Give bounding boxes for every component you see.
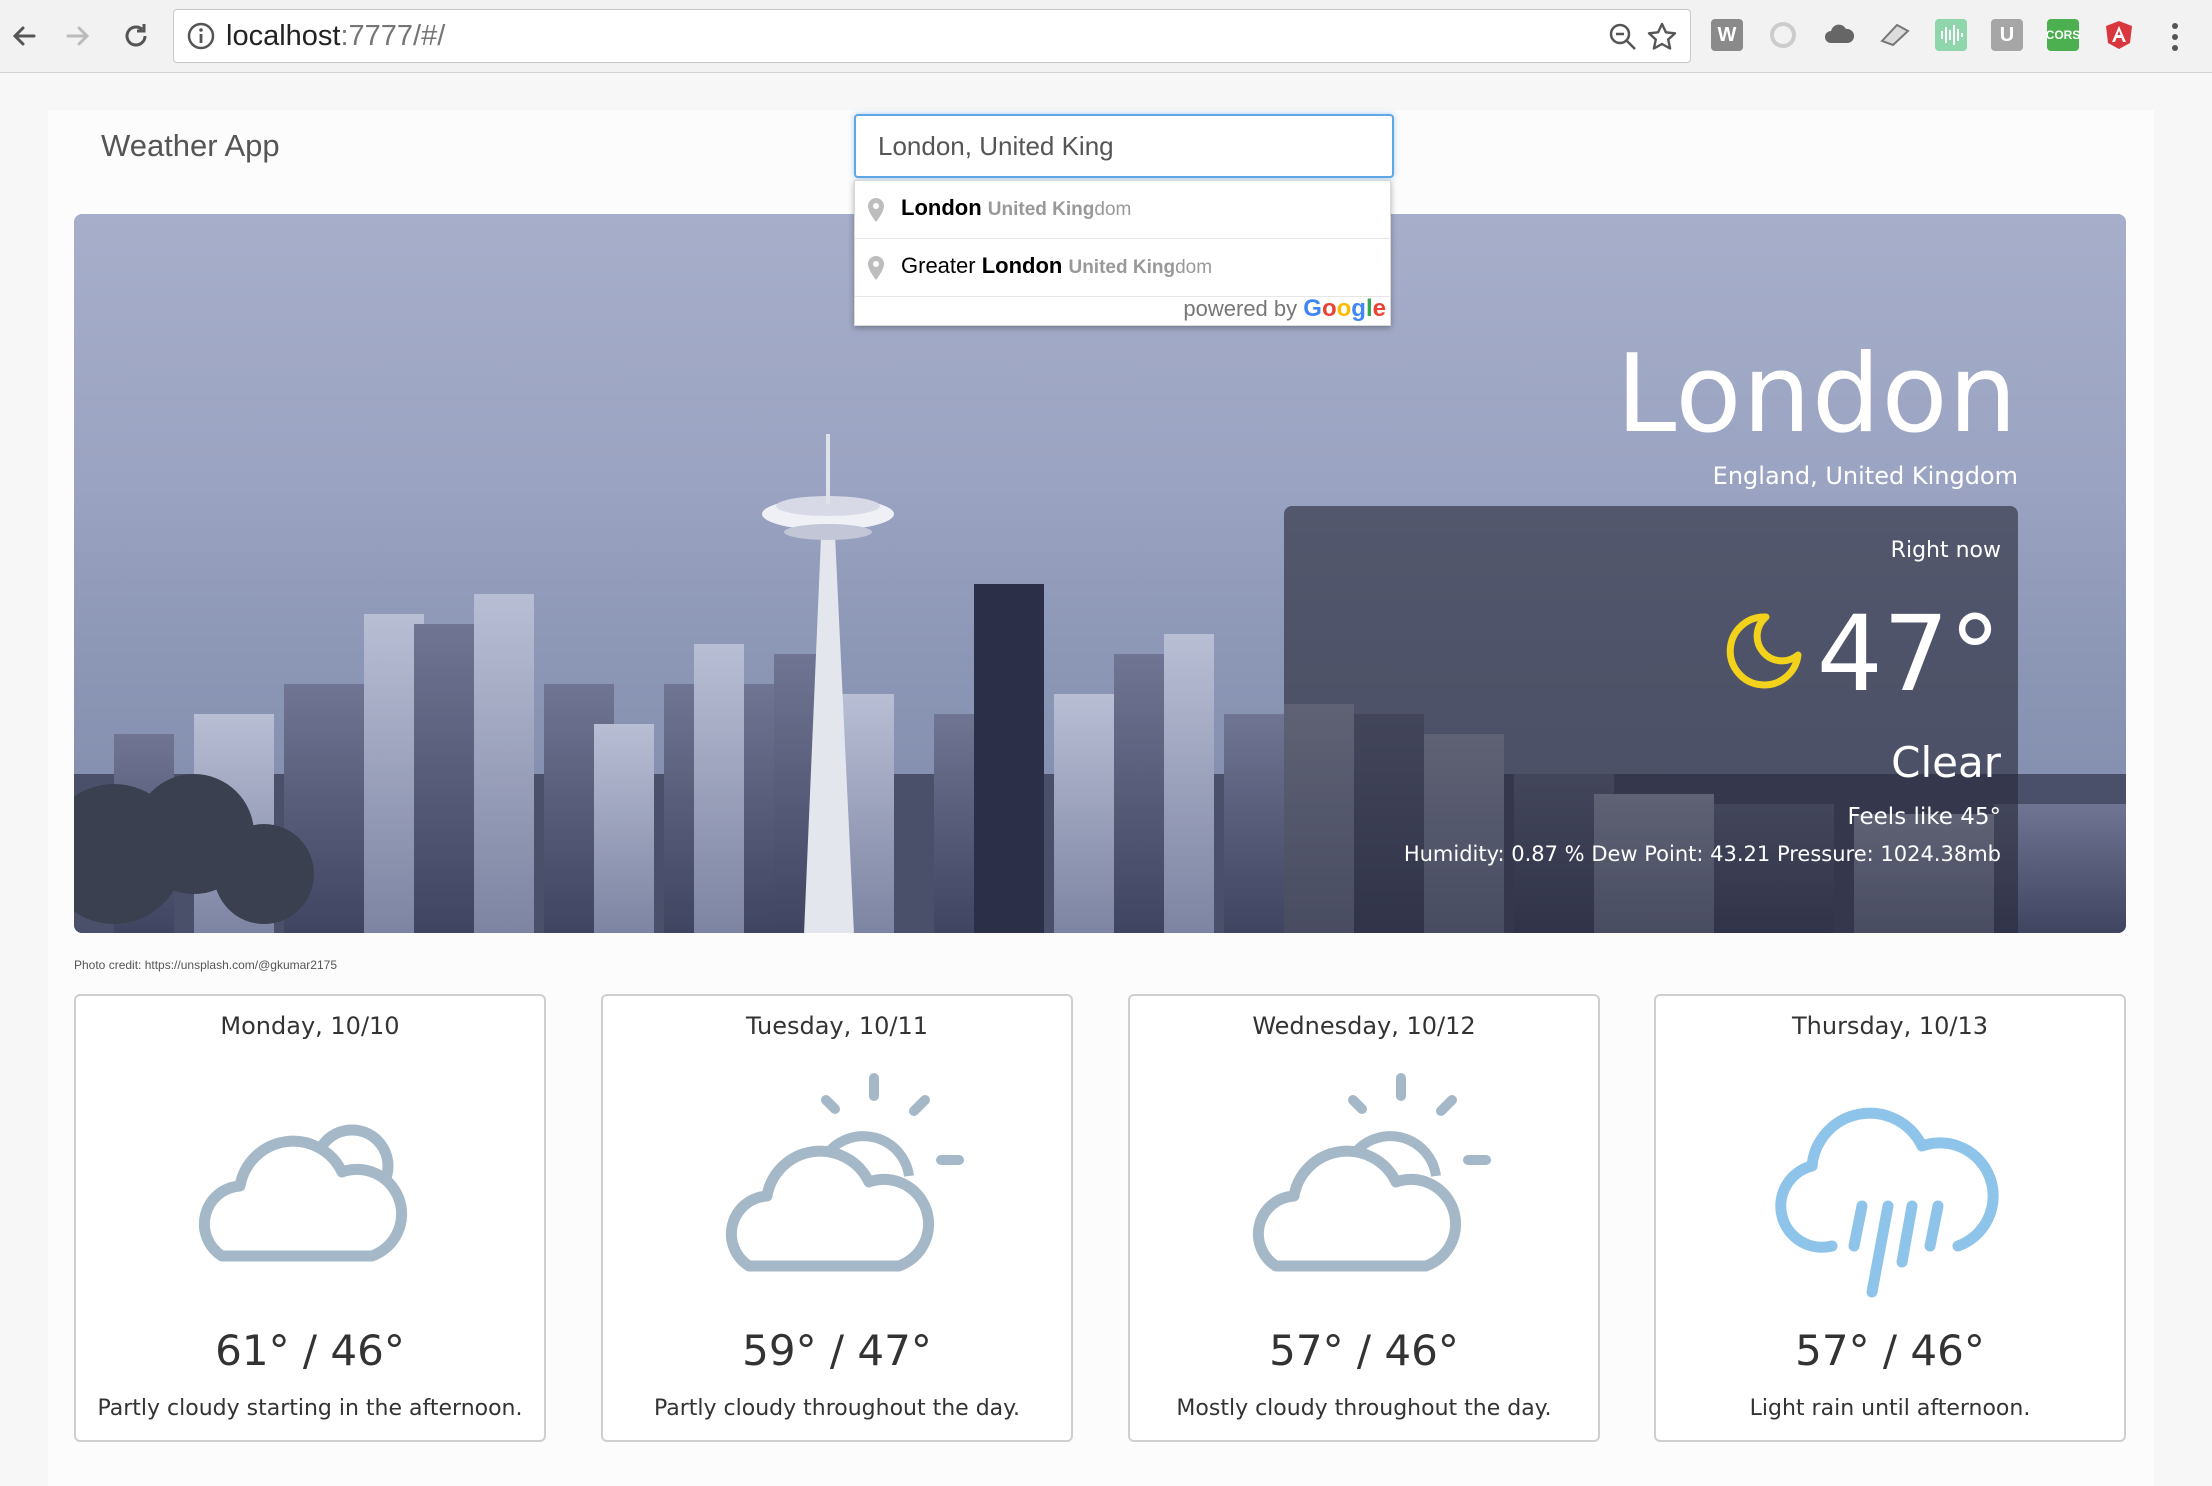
partly-cloudy-day-icon bbox=[725, 1073, 964, 1272]
extension-u-icon[interactable]: U bbox=[1991, 19, 2023, 51]
address-bar[interactable]: localhost:7777/#/ bbox=[173, 9, 1691, 63]
partly-cloudy-night-icon bbox=[198, 1124, 408, 1262]
google-letter: o bbox=[1336, 295, 1352, 322]
info-icon[interactable] bbox=[186, 21, 216, 51]
current-condition: Clear bbox=[1891, 738, 2001, 787]
reload-button[interactable] bbox=[114, 14, 158, 58]
forecast-summary: Partly cloudy throughout the day. bbox=[653, 1396, 1021, 1421]
autocomplete-secondary: United Kingdom bbox=[1068, 257, 1212, 278]
partly-cloudy-day-icon bbox=[1252, 1073, 1491, 1272]
extension-w-icon[interactable]: W bbox=[1711, 19, 1743, 51]
forecast-card: Monday, 10/10 61° / 46° Partly cloudy st… bbox=[74, 994, 546, 1442]
forecast-day: Tuesday, 10/11 bbox=[745, 1012, 929, 1040]
rain-icon bbox=[1775, 1107, 1999, 1298]
location-pin-icon bbox=[868, 256, 884, 280]
autocomplete-secondary-rest: dom bbox=[1175, 257, 1213, 278]
forward-arrow-icon bbox=[66, 26, 90, 46]
current-temperature: 47° bbox=[1816, 593, 2001, 715]
forecast-summary: Partly cloudy starting in the afternoon. bbox=[97, 1396, 523, 1421]
google-letter: e bbox=[1372, 295, 1386, 322]
location-pin-icon bbox=[868, 198, 884, 222]
forecast-card: Thursday, 10/13 57° / 46° Light rain unt… bbox=[1654, 994, 2126, 1442]
autocomplete-match: London bbox=[981, 253, 1063, 278]
autocomplete-match: London bbox=[901, 195, 982, 220]
autocomplete-item-text: Greater London United Kingdom bbox=[901, 253, 1212, 279]
url-host: localhost bbox=[226, 20, 341, 52]
powered-by-text: powered by bbox=[1183, 296, 1298, 321]
autocomplete-secondary-rest: dom bbox=[1094, 199, 1132, 220]
extension-angular-icon[interactable] bbox=[2103, 19, 2135, 51]
browser-menu-icon[interactable] bbox=[2165, 18, 2185, 56]
url-text[interactable]: localhost:7777/#/ bbox=[226, 18, 445, 54]
google-logo: Google bbox=[1303, 295, 1386, 322]
google-letter: l bbox=[1365, 295, 1373, 322]
google-letter: o bbox=[1321, 295, 1337, 322]
autocomplete-item-text: London United Kingdom bbox=[901, 195, 1131, 221]
forecast-temps: 59° / 47° bbox=[742, 1326, 932, 1375]
forward-button[interactable] bbox=[56, 14, 100, 58]
forecast-temps: 61° / 46° bbox=[215, 1326, 405, 1375]
forecast-day: Monday, 10/10 bbox=[220, 1012, 400, 1040]
extension-paper-icon[interactable] bbox=[1879, 19, 1911, 51]
bookmark-star-icon[interactable] bbox=[1646, 21, 1678, 53]
clear-night-moon-icon bbox=[1726, 613, 1802, 689]
right-now-label: Right now bbox=[1890, 538, 2001, 563]
forecast-temps: 57° / 46° bbox=[1795, 1326, 1985, 1375]
autocomplete-prefix: Greater bbox=[901, 253, 982, 278]
forecast-summary: Light rain until afternoon. bbox=[1749, 1396, 2031, 1421]
google-letter: g bbox=[1351, 295, 1366, 322]
autocomplete-dropdown: London United Kingdom Greater London Uni… bbox=[854, 180, 1391, 326]
forecast-temps: 57° / 46° bbox=[1269, 1326, 1459, 1375]
forecast-card: Wednesday, 10/12 57° / 46° Mostly cloudy… bbox=[1128, 994, 1600, 1442]
forecast-day: Thursday, 10/13 bbox=[1791, 1012, 1989, 1040]
photo-credit: Photo credit: https://unsplash.com/@gkum… bbox=[74, 958, 337, 972]
powered-by-google: powered by Google bbox=[1183, 295, 1386, 323]
autocomplete-item[interactable]: Greater London United Kingdom bbox=[855, 239, 1390, 297]
autocomplete-secondary: United Kingdom bbox=[988, 199, 1132, 220]
back-arrow-icon bbox=[12, 26, 36, 46]
current-city: London bbox=[1616, 332, 2018, 457]
reload-icon bbox=[125, 24, 147, 47]
location-search-input[interactable]: London, United King bbox=[854, 114, 1394, 178]
extension-audio-icon[interactable] bbox=[1935, 19, 1967, 51]
feels-like: Feels like 45° bbox=[1847, 804, 2001, 830]
browser-toolbar: localhost:7777/#/ W U CORS bbox=[0, 0, 2212, 73]
current-region: England, United Kingdom bbox=[1712, 462, 2018, 490]
zoom-out-icon[interactable] bbox=[1608, 22, 1638, 52]
extension-cors-icon[interactable]: CORS bbox=[2046, 19, 2080, 51]
forecast-day: Wednesday, 10/12 bbox=[1252, 1012, 1476, 1040]
current-conditions-panel: Right now 47° Clear Feels like 45° Humid… bbox=[1284, 506, 2018, 933]
extension-cloud-icon[interactable] bbox=[1823, 19, 1855, 51]
autocomplete-secondary-match: United King bbox=[987, 199, 1095, 220]
forecast-card: Tuesday, 10/11 59° / 47° Partly cloudy t… bbox=[601, 994, 1073, 1442]
back-button[interactable] bbox=[2, 14, 46, 58]
google-letter: G bbox=[1303, 295, 1322, 322]
forecast-summary: Mostly cloudy throughout the day. bbox=[1176, 1396, 1552, 1421]
url-path: :7777/#/ bbox=[340, 20, 446, 52]
autocomplete-secondary-match: United King bbox=[1068, 257, 1176, 278]
current-details: Humidity: 0.87 % Dew Point: 43.21 Pressu… bbox=[1403, 842, 2001, 866]
autocomplete-item[interactable]: London United Kingdom bbox=[855, 181, 1390, 239]
app-brand[interactable]: Weather App bbox=[101, 128, 280, 164]
extension-swirl-icon[interactable] bbox=[1767, 19, 1799, 51]
